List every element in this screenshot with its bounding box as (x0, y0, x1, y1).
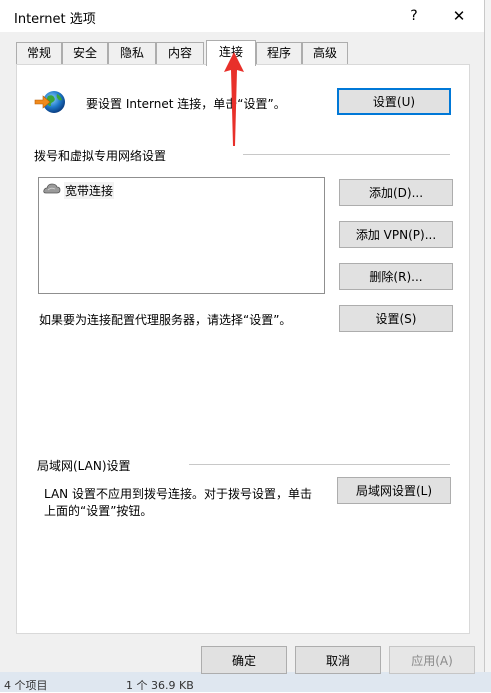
background-status-left: 4 个项目 (4, 679, 48, 692)
close-button[interactable]: ✕ (446, 6, 472, 26)
lan-group-divider (189, 464, 450, 465)
tab-programs[interactable]: 程序 (256, 42, 302, 64)
setup-text: 要设置 Internet 连接，单击“设置”。 (86, 97, 286, 111)
lan-text-line2: 上面的“设置”按钮。 (44, 504, 153, 518)
tab-content[interactable]: 内容 (156, 42, 204, 64)
window-title: Internet 选项 (14, 12, 96, 27)
remove-button[interactable]: 删除(R)... (339, 263, 453, 290)
lan-text-line1: LAN 设置不应用到拨号连接。对于拨号设置，单击 (44, 487, 312, 501)
lan-settings-button[interactable]: 局域网设置(L) (337, 477, 451, 504)
add-vpn-button[interactable]: 添加 VPN(P)... (339, 221, 453, 248)
setup-button[interactable]: 设置(U) (337, 88, 451, 115)
annotation-arrow-icon (223, 50, 245, 153)
list-item-label: 宽带连接 (64, 182, 115, 199)
background-status-right: 1 个 36.9 KB (126, 679, 194, 692)
list-item[interactable]: 宽带连接 (43, 182, 115, 199)
add-button[interactable]: 添加(D)... (339, 179, 453, 206)
tab-general[interactable]: 常规 (16, 42, 62, 64)
background-status-bar (0, 672, 491, 692)
title-bar: Internet 选项 ? ✕ (0, 0, 484, 32)
proxy-hint-text: 如果要为连接配置代理服务器，请选择“设置”。 (39, 313, 292, 327)
broadband-connection-icon (43, 182, 61, 199)
cancel-button[interactable]: 取消 (295, 646, 381, 674)
help-button[interactable]: ? (402, 6, 426, 26)
lan-group-title: 局域网(LAN)设置 (37, 459, 131, 473)
connections-list[interactable]: 宽带连接 (38, 177, 325, 294)
proxy-settings-button[interactable]: 设置(S) (339, 305, 453, 332)
globe-arrow-icon (34, 88, 68, 119)
apply-button[interactable]: 应用(A) (389, 646, 475, 674)
tab-privacy[interactable]: 隐私 (108, 42, 156, 64)
background-window-edge (484, 0, 491, 672)
dialup-group-divider (243, 154, 450, 155)
tab-advanced[interactable]: 高级 (302, 42, 348, 64)
dialup-group-title: 拨号和虚拟专用网络设置 (34, 149, 167, 163)
tab-security[interactable]: 安全 (62, 42, 108, 64)
ok-button[interactable]: 确定 (201, 646, 287, 674)
